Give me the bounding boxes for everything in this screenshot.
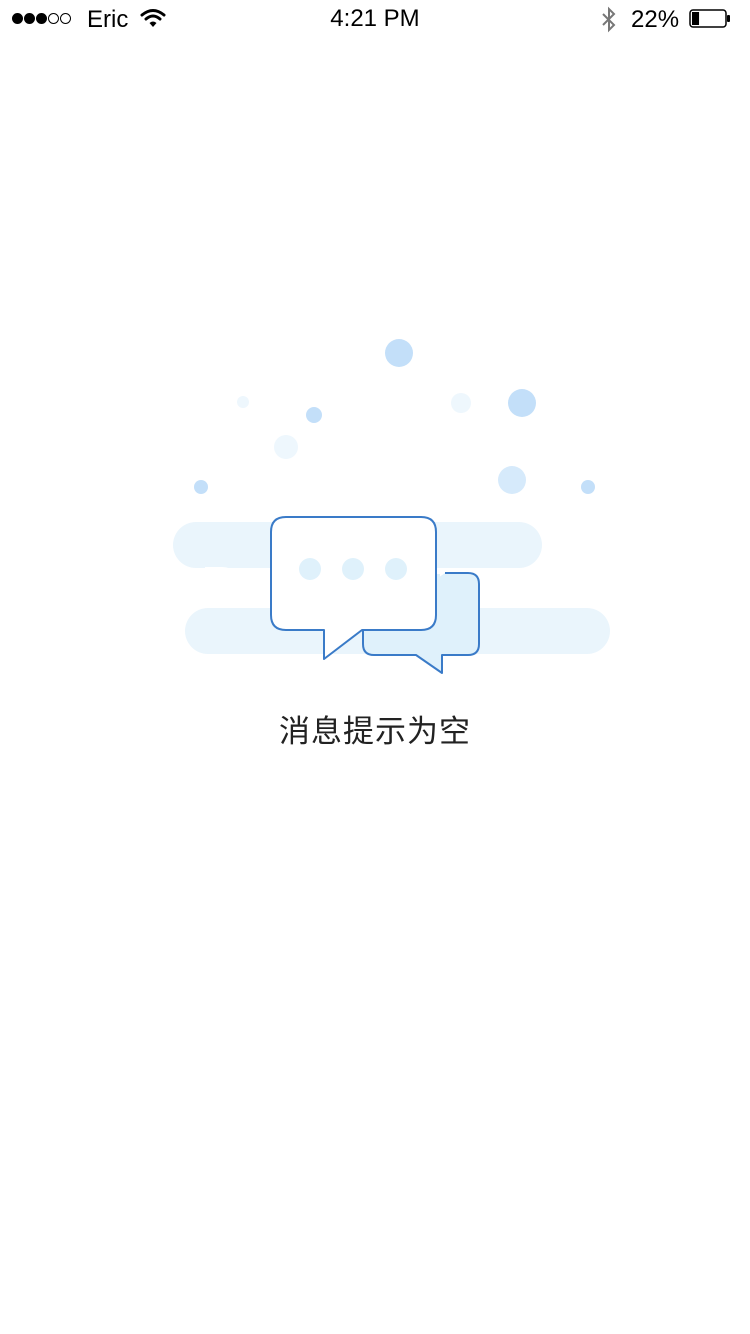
floating-dots xyxy=(194,339,595,494)
empty-state-message: 消息提示为空 xyxy=(279,714,471,750)
chat-bubbles-icon xyxy=(173,339,610,674)
bluetooth-icon xyxy=(602,6,616,33)
battery-percent: 22% xyxy=(631,6,680,33)
battery-icon xyxy=(689,9,730,28)
status-bar: Eric 4:21 PM 22% xyxy=(0,0,750,40)
